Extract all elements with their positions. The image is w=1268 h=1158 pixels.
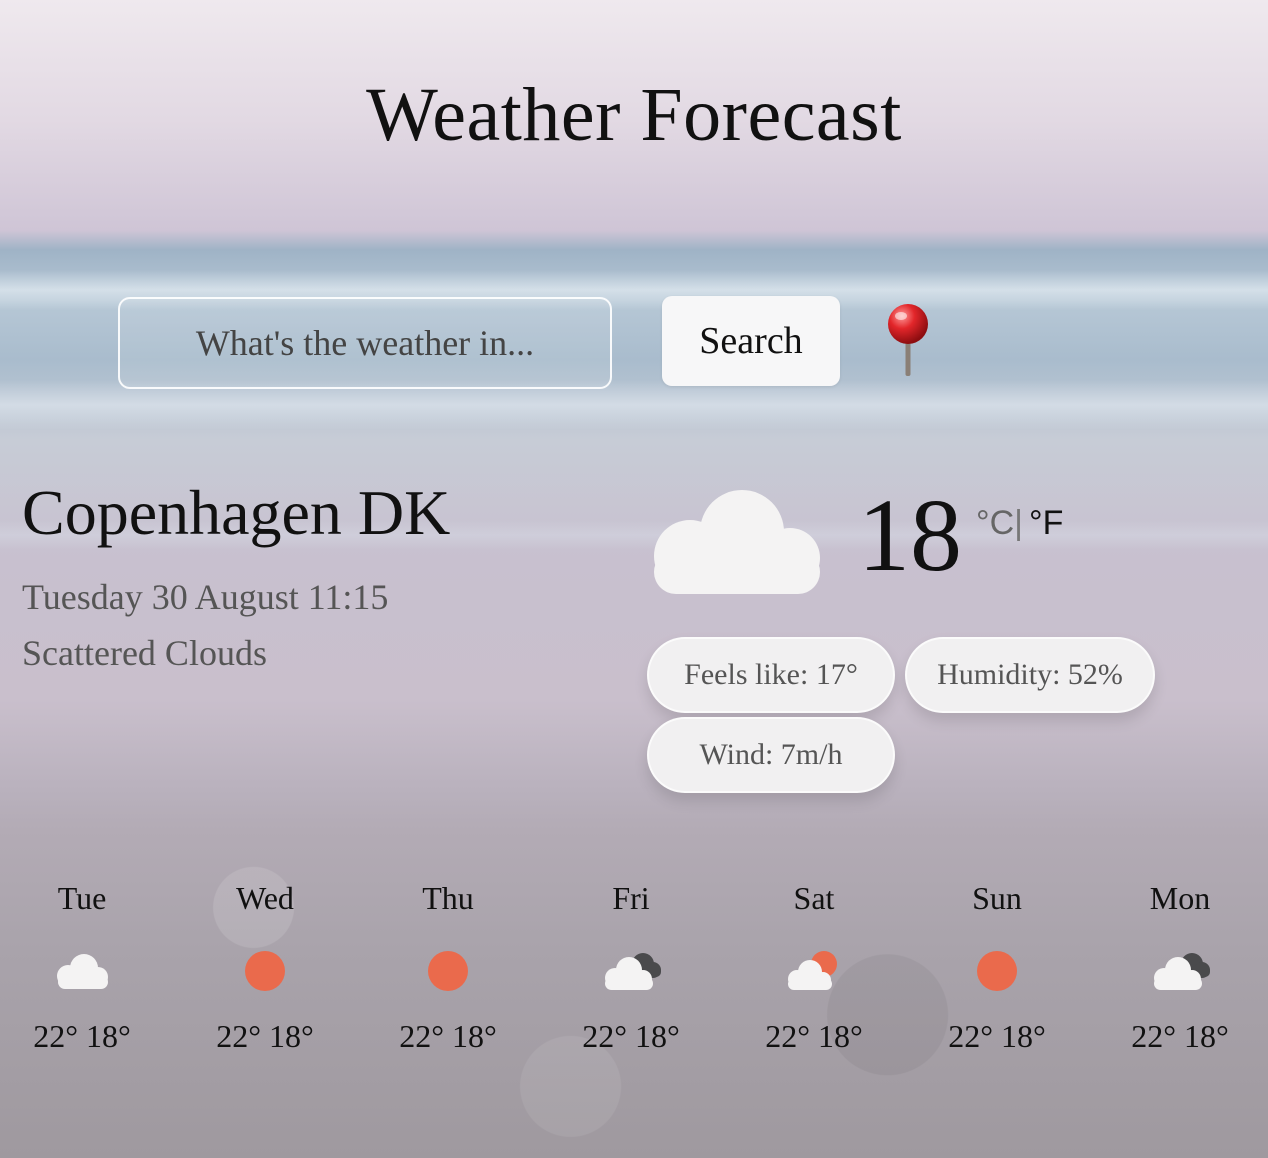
sun-behind-cloud-icon	[788, 951, 837, 990]
cloud-icon	[654, 490, 820, 594]
forecast-day: Mon 22° 18°	[1100, 876, 1260, 1055]
celsius-link[interactable]: °C	[976, 504, 1014, 542]
sun-icon	[977, 951, 1017, 991]
forecast-temps: 22° 18°	[948, 1018, 1046, 1054]
forecast-day-name: Sat	[793, 880, 835, 916]
forecast-day-name: Tue	[57, 880, 107, 916]
forecast-day-name: Sun	[972, 880, 1022, 916]
forecast-temps: 22° 18°	[33, 1018, 131, 1054]
forecast-day: Fri 22° 18°	[551, 876, 711, 1055]
forecast-day-name: Mon	[1149, 880, 1211, 916]
forecast-temps: 22° 18°	[582, 1018, 680, 1054]
forecast-day: Thu 22° 18°	[368, 876, 528, 1055]
sun-icon	[245, 951, 285, 991]
search-input[interactable]	[118, 297, 612, 389]
forecast-row: Tue 22° 18° Wed 22° 18° Thu 22° 18° Fri …	[0, 876, 1268, 1076]
forecast-temps: 22° 18°	[1131, 1018, 1229, 1054]
sun-icon	[428, 951, 468, 991]
search-button[interactable]: Search	[662, 296, 840, 386]
humidity-badge: Humidity: 52%	[905, 637, 1155, 713]
unit-toggle: °C| °F	[976, 504, 1063, 543]
forecast-day-name: Wed	[236, 880, 294, 916]
forecast-temps: 22° 18°	[765, 1018, 863, 1054]
city-name: Copenhagen DK	[22, 477, 451, 548]
page-title: Weather Forecast	[366, 73, 902, 157]
dark-clouds-icon	[605, 953, 661, 990]
forecast-day-name: Fri	[612, 880, 650, 916]
wind-badge: Wind: 7m/h	[647, 717, 895, 793]
weather-description: Scattered Clouds	[22, 633, 267, 673]
current-datetime: Tuesday 30 August 11:15	[22, 577, 389, 617]
forecast-day: Sat 22° 18°	[734, 876, 894, 1055]
unit-separator: |	[1014, 504, 1023, 542]
round-pushpin-icon[interactable]	[884, 302, 932, 378]
forecast-day: Sun 22° 18°	[917, 876, 1077, 1055]
forecast-temps: 22° 18°	[399, 1018, 497, 1054]
fahrenheit-link[interactable]: °F	[1029, 504, 1063, 542]
feels-like-badge: Feels like: 17°	[647, 637, 895, 713]
cloud-icon	[57, 954, 108, 989]
forecast-temps: 22° 18°	[216, 1018, 314, 1054]
forecast-day: Tue 22° 18°	[2, 876, 162, 1055]
forecast-day: Wed 22° 18°	[185, 876, 345, 1055]
dark-clouds-icon	[1154, 953, 1210, 990]
current-temperature: 18	[858, 478, 962, 593]
forecast-day-name: Thu	[422, 880, 474, 916]
